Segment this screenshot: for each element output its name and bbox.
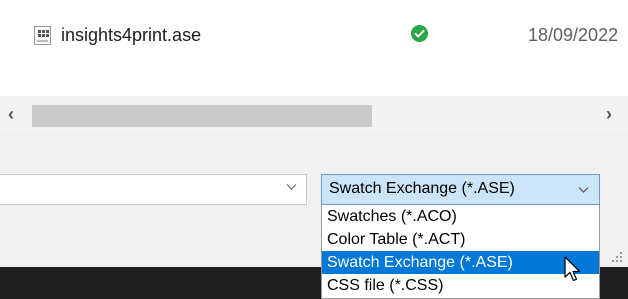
file-name: insights4print.ase [61, 25, 202, 45]
file-type-selected: Swatch Exchange (*.ASE) [329, 180, 515, 197]
option-act[interactable]: Color Table (*.ACT) [322, 228, 599, 251]
scrollbar-thumb[interactable] [32, 105, 372, 127]
option-aco[interactable]: Swatches (*.ACO) [322, 205, 599, 228]
file-date: 18/09/2022 [528, 25, 619, 45]
file-list-row[interactable]: insights4print.ase 18/09/2022 [0, 0, 628, 75]
option-ase[interactable]: Swatch Exchange (*.ASE) [322, 251, 599, 274]
file-type-select[interactable]: Swatch Exchange (*.ASE) [321, 174, 600, 205]
swatch-file-icon [34, 26, 51, 45]
file-name-input[interactable] [0, 174, 307, 205]
option-css[interactable]: CSS file (*.CSS) [322, 274, 599, 297]
horizontal-scrollbar[interactable]: ‹ › [0, 96, 628, 132]
file-type-dropdown: Swatches (*.ACO) Color Table (*.ACT) Swa… [321, 205, 600, 299]
scroll-left-icon[interactable]: ‹ [8, 104, 14, 125]
mouse-pointer-icon [563, 256, 585, 284]
resize-grip-icon[interactable] [610, 250, 624, 264]
chevron-down-icon[interactable] [578, 184, 589, 198]
chevron-down-icon[interactable] [286, 181, 297, 195]
scroll-right-icon[interactable]: › [606, 104, 612, 125]
check-circle-icon [411, 25, 428, 42]
